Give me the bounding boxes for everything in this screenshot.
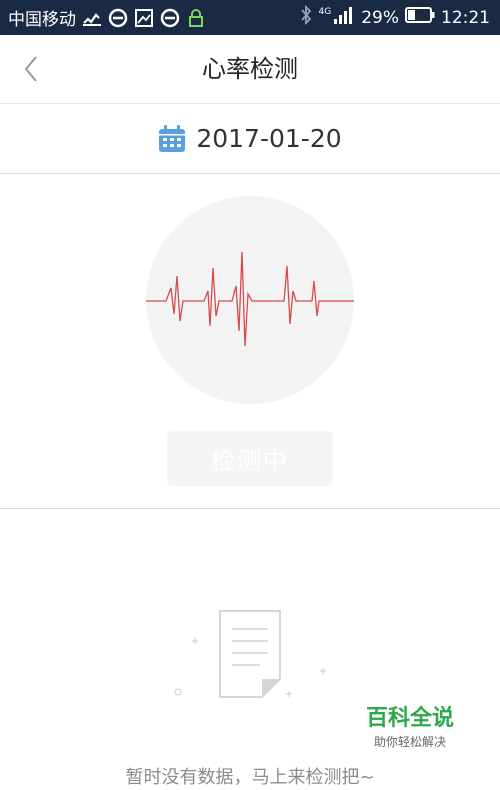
status-bar-left: 中国移动 <box>0 5 212 30</box>
image-icon <box>134 8 154 28</box>
watermark-subtitle: 助你轻松解决 <box>373 735 446 749</box>
heart-rate-detect-panel: 检测中 <box>0 174 500 509</box>
battery-percent: 29% <box>361 7 399 28</box>
battery-icon <box>405 6 435 29</box>
watermark-title: 百科全说 <box>365 706 454 731</box>
watermark-logo: 百科全说 助你轻松解决 <box>348 705 472 767</box>
date-selector[interactable]: 2017-01-20 <box>0 104 500 174</box>
detecting-button[interactable]: 检测中 <box>167 431 333 486</box>
network-type: 4G <box>318 6 332 17</box>
bluetooth-icon <box>299 4 313 30</box>
ecg-waveform-icon <box>146 251 354 347</box>
signal-icon <box>333 5 355 30</box>
clock-time: 12:21 <box>441 7 490 28</box>
missed-call-icon <box>82 9 102 27</box>
calendar-icon <box>159 124 186 152</box>
lock-app-icon <box>186 8 206 28</box>
status-bar: 中国移动 4G 29% 12:21 <box>0 0 500 35</box>
status-bar-right: 4G 29% 12:21 <box>293 4 500 30</box>
browser-icon <box>160 8 180 28</box>
browser-icon <box>108 8 128 28</box>
page-title: 心率检测 <box>202 55 298 83</box>
nav-bar: 心率检测 <box>0 35 500 104</box>
document-icon <box>174 610 326 698</box>
carrier-name: 中国移动 <box>8 10 76 30</box>
date-value: 2017-01-20 <box>196 124 342 153</box>
